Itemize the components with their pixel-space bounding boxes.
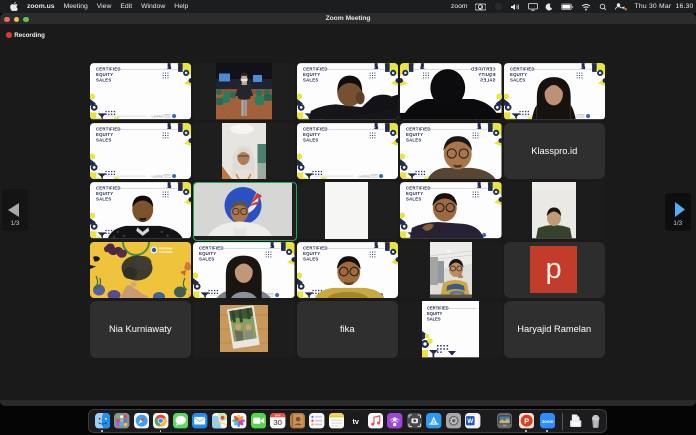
svg-text:CHANNEL: CHANNEL — [158, 250, 172, 254]
svg-text:P: P — [524, 417, 529, 426]
svg-text:30: 30 — [274, 418, 283, 427]
svg-text:tv: tv — [353, 417, 359, 426]
svg-text:MAR: MAR — [275, 415, 281, 418]
svg-text:SALES: SALES — [427, 317, 441, 322]
svg-text:CERTIFIED: CERTIFIED — [427, 306, 449, 311]
svg-text:EQUITY: EQUITY — [427, 311, 442, 316]
svg-text:zoom: zoom — [541, 419, 553, 424]
svg-text:W: W — [467, 418, 473, 425]
